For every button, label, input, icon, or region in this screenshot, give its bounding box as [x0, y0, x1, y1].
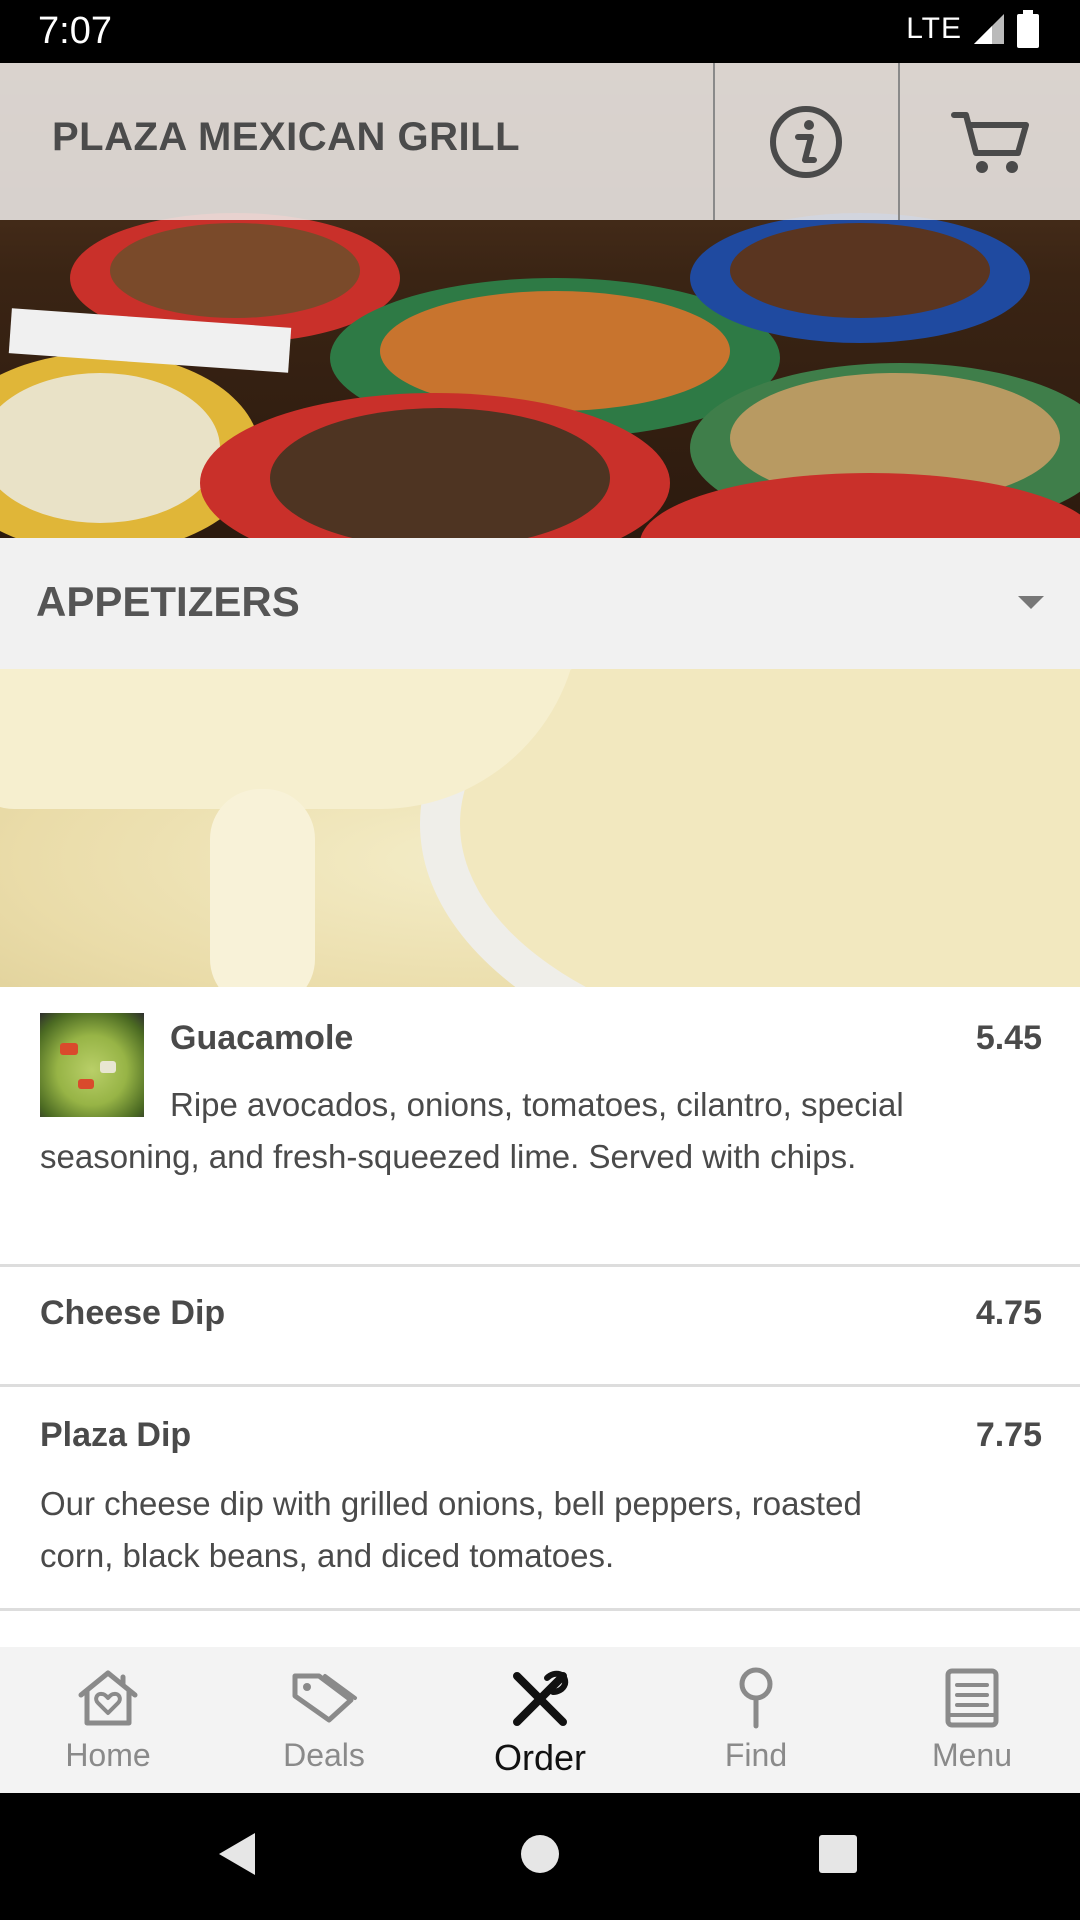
status-indicators: LTE: [906, 10, 1040, 48]
status-time: 7:07: [38, 10, 112, 52]
menu-item-guacamole[interactable]: Guacamole 5.45 Ripe avocados, onions, to…: [0, 987, 1080, 1267]
book-icon: [945, 1668, 999, 1728]
battery-icon: [1017, 10, 1039, 48]
category-selector[interactable]: APPETIZERS: [0, 538, 1080, 669]
category-title: APPETIZERS: [36, 578, 300, 625]
nav-label: Find: [724, 1737, 788, 1773]
app-bar: PLAZA MEXICAN GRILL: [0, 63, 1080, 220]
signal-icon: [974, 14, 1004, 44]
menu-item-plaza-dip[interactable]: Plaza Dip 7.75 Our cheese dip with grill…: [0, 1384, 1080, 1611]
bottom-navigation: Home Deals Order Find Menu: [0, 1647, 1080, 1793]
nav-label: Order: [493, 1737, 587, 1778]
nav-home[interactable]: Home: [0, 1647, 216, 1793]
item-price: 7.75: [975, 1416, 1042, 1454]
nav-label: Home: [65, 1737, 151, 1773]
recents-square-icon[interactable]: [817, 1833, 859, 1875]
nav-menu[interactable]: Menu: [864, 1647, 1080, 1793]
app-bar-divider: [713, 63, 715, 220]
item-name: Guacamole: [170, 1019, 354, 1057]
nav-deals[interactable]: Deals: [216, 1647, 432, 1793]
category-image: [0, 669, 1080, 987]
status-bar: 7:07 LTE: [0, 0, 1080, 63]
nav-label: Menu: [931, 1737, 1013, 1773]
cart-button[interactable]: [900, 63, 1080, 220]
cart-icon: [951, 111, 1029, 173]
info-icon: [770, 105, 842, 178]
item-description: Ripe avocados, onions, tomatoes, cilantr…: [40, 1086, 904, 1175]
menu-item-cheese-dip[interactable]: Cheese Dip 4.75: [0, 1264, 1080, 1387]
item-name: Plaza Dip: [40, 1416, 192, 1454]
system-navigation-bar: [0, 1793, 1080, 1920]
nav-label: Deals: [283, 1737, 365, 1773]
nav-find[interactable]: Find: [648, 1647, 864, 1793]
network-type: LTE: [906, 12, 962, 45]
info-button[interactable]: [716, 63, 896, 220]
item-price: 4.75: [975, 1294, 1042, 1332]
restaurant-title: PLAZA MEXICAN GRILL: [52, 115, 520, 159]
home-circle-icon[interactable]: [519, 1833, 561, 1875]
item-description: Our cheese dip with grilled onions, bell…: [40, 1485, 862, 1574]
back-icon[interactable]: [215, 1829, 259, 1879]
tag-icon: [292, 1673, 357, 1723]
item-name: Cheese Dip: [40, 1294, 226, 1332]
home-heart-icon: [78, 1670, 138, 1726]
item-price: 5.45: [975, 1019, 1042, 1057]
location-pin-icon: [739, 1667, 773, 1729]
nav-order[interactable]: Order: [432, 1647, 648, 1793]
restaurant-hero-image: PLAZA MEXICAN GRILL: [0, 63, 1080, 538]
dropdown-caret-icon: [1018, 596, 1044, 609]
utensils-icon: [513, 1670, 569, 1726]
